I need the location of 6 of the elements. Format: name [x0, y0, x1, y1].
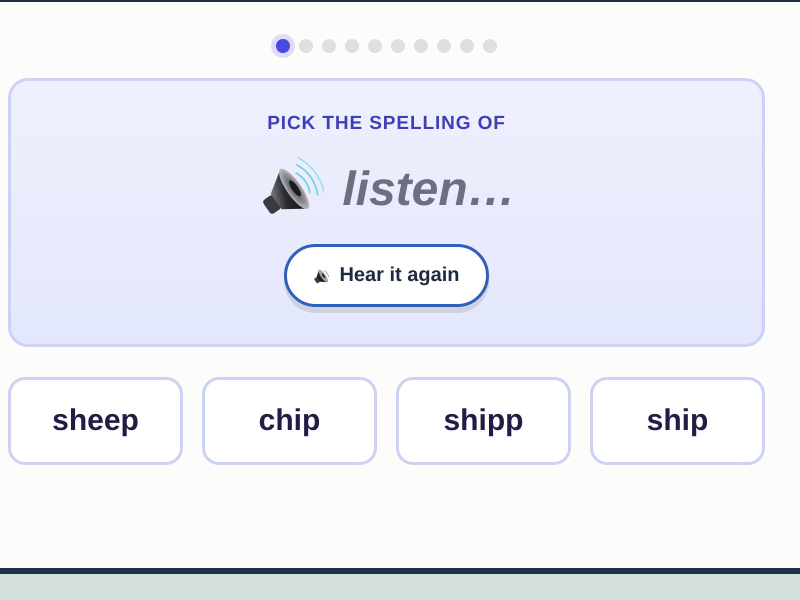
prompt-title: PICK THE SPELLING OF: [267, 113, 506, 135]
answer-option-button[interactable]: sheep: [8, 377, 183, 465]
answer-option-button[interactable]: shipp: [396, 377, 571, 465]
answer-option-button[interactable]: ship: [590, 377, 765, 465]
answer-option-button[interactable]: chip: [202, 377, 377, 465]
prompt-word: listen…: [342, 162, 516, 218]
